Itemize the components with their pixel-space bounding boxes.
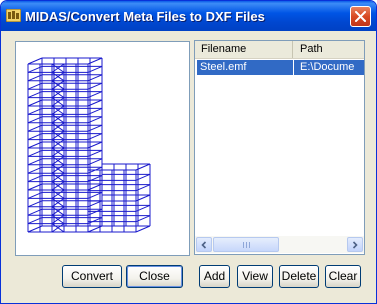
clear-button[interactable]: Clear [325,265,361,288]
grip-line [243,242,244,248]
convert-button[interactable]: Convert [62,265,122,288]
close-window-button[interactable] [350,6,371,27]
close-icon [355,11,366,22]
dialog-window: MIDAS/Convert Meta Files to DXF Files Fi… [0,0,377,304]
scroll-left-button[interactable] [196,237,212,252]
grip-line [249,242,250,248]
midas-app-icon [6,9,21,22]
file-list-row[interactable]: Steel.emf E:\Docume [195,59,364,75]
scrollbar-thumb[interactable] [213,237,279,252]
chevron-left-icon [201,240,207,249]
structure-preview-icon [27,57,151,233]
window-title: MIDAS/Convert Meta Files to DXF Files [25,9,265,24]
column-path[interactable]: Path [294,41,364,58]
chevron-right-icon [352,240,358,249]
add-button[interactable]: Add [199,265,230,288]
title-bar[interactable]: MIDAS/Convert Meta Files to DXF Files [1,1,376,31]
row-filename[interactable]: Steel.emf [197,60,293,75]
file-list-header: Filename Path [195,41,364,59]
file-list[interactable]: Filename Path Steel.emf E:\Docume [194,40,365,255]
dialog-client-area: Filename Path Steel.emf E:\Docume Conver… [4,31,373,301]
scroll-right-button[interactable] [347,237,363,252]
row-path[interactable]: E:\Docume [294,60,364,75]
view-button[interactable]: View [237,265,273,288]
horizontal-scrollbar[interactable] [195,236,364,253]
column-filename[interactable]: Filename [195,41,293,58]
grip-line [246,242,247,248]
structure-preview-pane [15,41,190,256]
close-button[interactable]: Close [126,265,183,288]
delete-button[interactable]: Delete [279,265,319,288]
